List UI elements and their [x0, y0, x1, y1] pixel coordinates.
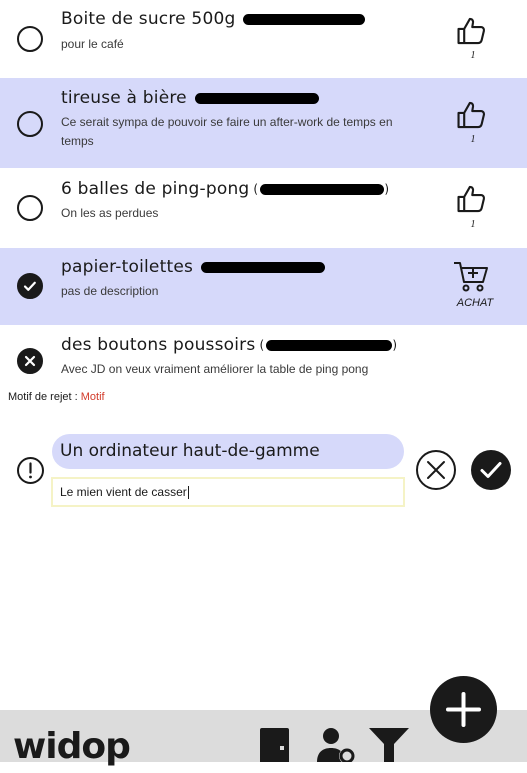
list-item: papier-toilettes pas de description ACHA…	[0, 248, 527, 325]
select-checkbox[interactable]	[17, 111, 43, 137]
item-description: pour le café	[61, 37, 124, 51]
selected-checkbox[interactable]	[17, 273, 43, 299]
cart-plus-icon[interactable]	[452, 260, 490, 294]
list-item: Boite de sucre 500g pour le café 1	[0, 0, 527, 78]
door-icon[interactable]	[258, 726, 292, 762]
warning-icon	[17, 457, 44, 484]
item-title: tireuse à bière	[61, 88, 319, 108]
select-checkbox[interactable]	[17, 26, 43, 52]
plus-icon	[446, 692, 481, 727]
redacted-author	[266, 339, 393, 351]
widop-logo: widop	[13, 726, 131, 767]
rejected-status[interactable]	[17, 348, 43, 374]
check-icon	[23, 281, 36, 291]
close-icon	[24, 355, 36, 367]
add-item-button[interactable]	[430, 676, 497, 743]
new-item-description-input[interactable]: Le mien vient de casser	[51, 477, 405, 507]
list-item: des boutons poussoirs () Avec JD on veux…	[0, 325, 527, 387]
thumbs-up-icon[interactable]	[455, 98, 489, 132]
redacted-author	[243, 13, 366, 25]
item-description: On les as perdues	[61, 206, 159, 220]
new-item-title-input[interactable]: Un ordinateur haut-de-gamme	[52, 434, 404, 469]
redacted-author	[260, 183, 385, 195]
item-title: papier-toilettes	[61, 257, 326, 277]
like-count: 1	[470, 50, 476, 61]
item-title: Boite de sucre 500g	[61, 9, 366, 29]
item-description: Avec JD on veux vraiment améliorer la ta…	[61, 362, 369, 376]
cancel-button[interactable]	[415, 449, 457, 491]
thumbs-up-icon[interactable]	[455, 14, 489, 48]
filter-icon[interactable]	[368, 726, 410, 762]
select-checkbox[interactable]	[17, 195, 43, 221]
item-title: des boutons poussoirs ()	[61, 335, 398, 355]
item-title: 6 balles de ping-pong ()	[61, 179, 390, 199]
item-description: Ce serait sympa de pouvoir se faire un a…	[61, 115, 393, 148]
text-caret	[187, 486, 189, 500]
item-description: pas de description	[61, 284, 159, 298]
like-count: 1	[470, 219, 476, 230]
user-settings-icon[interactable]	[315, 726, 359, 762]
redacted-author	[201, 261, 326, 273]
like-count: 1	[470, 134, 476, 145]
thumbs-up-icon[interactable]	[455, 182, 489, 216]
redacted-author	[194, 92, 319, 104]
buy-label: ACHAT	[456, 297, 494, 309]
rejection-reason: Motif de rejet : Motif	[8, 391, 105, 403]
list-item: 6 balles de ping-pong () On les as perdu…	[0, 168, 527, 248]
list-item: tireuse à bière Ce serait sympa de pouvo…	[0, 78, 527, 168]
confirm-button[interactable]	[470, 449, 512, 491]
